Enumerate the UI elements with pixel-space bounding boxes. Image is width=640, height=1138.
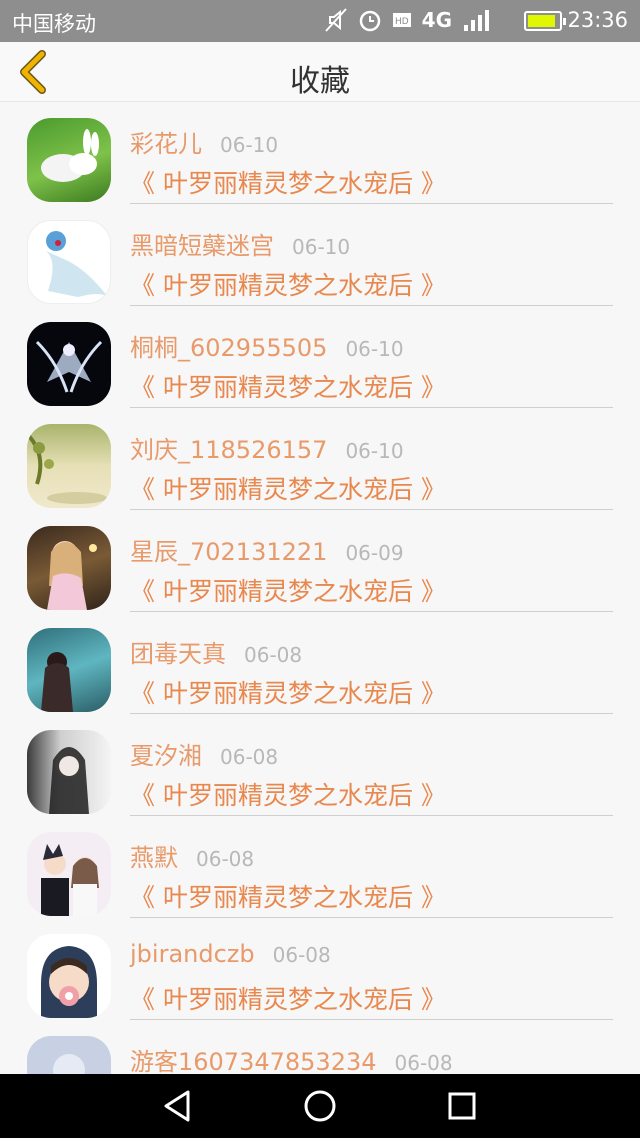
date-label: 06-10 [220, 133, 279, 157]
nav-home-button[interactable] [300, 1086, 340, 1126]
circle-home-icon [304, 1090, 336, 1122]
network-type-label: 4G [421, 8, 452, 32]
date-label: 06-10 [292, 235, 351, 259]
list-item[interactable]: 黑暗短蘗迷宫 06-10 《 叶罗丽精灵梦之水宠后 》 [0, 204, 640, 306]
date-label: 06-09 [345, 541, 404, 565]
book-title[interactable]: 《 叶罗丽精灵梦之水宠后 》 [130, 368, 446, 404]
book-title[interactable]: 《 叶罗丽精灵梦之水宠后 》 [130, 674, 446, 710]
book-title[interactable]: 《 叶罗丽精灵梦之水宠后 》 [130, 164, 446, 200]
battery-fill [528, 15, 555, 27]
hd-icon: HD [392, 13, 411, 27]
name-line: 黑暗短蘗迷宫 06-10 [130, 226, 350, 261]
avatar[interactable] [27, 526, 111, 610]
square-recents-icon [448, 1092, 476, 1120]
list-item[interactable]: 刘庆_118526157 06-10 《 叶罗丽精灵梦之水宠后 》 [0, 408, 640, 510]
book-title[interactable]: 《 叶罗丽精灵梦之水宠后 》 [130, 266, 446, 302]
user-name[interactable]: 彩花儿 [130, 124, 202, 159]
list-item[interactable]: 游客1607347853234 06-08 [0, 1020, 640, 1074]
avatar[interactable] [27, 730, 111, 814]
triangle-back-icon [164, 1090, 190, 1122]
alarm-icon [359, 10, 380, 32]
list-item[interactable]: 桐桐_602955505 06-10 《 叶罗丽精灵梦之水宠后 》 [0, 306, 640, 408]
user-name[interactable]: 桐桐_602955505 [130, 328, 327, 363]
list-item[interactable]: 星辰_702131221 06-09 《 叶罗丽精灵梦之水宠后 》 [0, 510, 640, 612]
user-name[interactable]: 刘庆_118526157 [130, 430, 327, 465]
date-label: 06-08 [196, 847, 255, 871]
nav-recents-button[interactable] [442, 1086, 482, 1126]
status-icons: HD 4G [324, 7, 492, 33]
name-line: 彩花儿 06-10 [130, 124, 278, 159]
date-label: 06-10 [345, 337, 404, 361]
list-item[interactable]: 彩花儿 06-10 《 叶罗丽精灵梦之水宠后 》 [0, 102, 640, 204]
book-title[interactable]: 《 叶罗丽精灵梦之水宠后 》 [130, 980, 446, 1016]
name-line: 团毒天真 06-08 [130, 634, 302, 669]
user-name[interactable]: 团毒天真 [130, 634, 226, 669]
book-title[interactable]: 《 叶罗丽精灵梦之水宠后 》 [130, 776, 446, 812]
avatar[interactable] [27, 424, 111, 508]
system-nav-bar [0, 1074, 640, 1138]
name-line: 夏汐湘 06-08 [130, 736, 278, 771]
book-title[interactable]: 《 叶罗丽精灵梦之水宠后 》 [130, 572, 446, 608]
carrier-label: 中国移动 [12, 12, 96, 36]
name-line: jbirandczb 06-08 [130, 940, 331, 968]
header: 收藏 [0, 42, 640, 102]
name-line: 星辰_702131221 06-09 [130, 532, 404, 567]
mute-icon [324, 8, 347, 32]
date-label: 06-10 [345, 439, 404, 463]
avatar[interactable] [27, 832, 111, 916]
book-title[interactable]: 《 叶罗丽精灵梦之水宠后 》 [130, 878, 446, 914]
avatar[interactable] [27, 628, 111, 712]
name-line: 桐桐_602955505 06-10 [130, 328, 404, 363]
user-name[interactable]: 夏汐湘 [130, 736, 202, 771]
list-item[interactable]: 夏汐湘 06-08 《 叶罗丽精灵梦之水宠后 》 [0, 714, 640, 816]
name-line: 刘庆_118526157 06-10 [130, 430, 404, 465]
name-line: 燕默 06-08 [130, 838, 254, 873]
list-item[interactable]: 燕默 06-08 《 叶罗丽精灵梦之水宠后 》 [0, 816, 640, 918]
status-bar: 中国移动 HD 4G 23:36 [0, 0, 640, 42]
battery-icon [524, 11, 566, 31]
avatar[interactable] [27, 322, 111, 406]
date-label: 06-08 [220, 745, 279, 769]
signal-icon [464, 10, 489, 31]
user-name[interactable]: 燕默 [130, 838, 178, 873]
avatar[interactable] [27, 1036, 111, 1074]
avatar[interactable] [27, 220, 111, 304]
user-name[interactable]: jbirandczb [130, 940, 255, 968]
name-line: 游客1607347853234 06-08 [130, 1042, 453, 1074]
date-label: 06-08 [394, 1051, 453, 1074]
user-name[interactable]: 游客1607347853234 [130, 1042, 377, 1074]
avatar[interactable] [27, 934, 111, 1018]
date-label: 06-08 [272, 943, 331, 967]
page-title: 收藏 [290, 64, 350, 99]
list-item[interactable]: jbirandczb 06-08 《 叶罗丽精灵梦之水宠后 》 [0, 918, 640, 1020]
date-label: 06-08 [244, 643, 303, 667]
user-name[interactable]: 星辰_702131221 [130, 532, 327, 567]
nav-back-button[interactable] [158, 1086, 198, 1126]
list-item[interactable]: 团毒天真 06-08 《 叶罗丽精灵梦之水宠后 》 [0, 612, 640, 714]
favorites-list: 彩花儿 06-10 《 叶罗丽精灵梦之水宠后 》 黑暗短蘗迷宫 06-10 《 … [0, 102, 640, 1074]
clock: 23:36 [567, 8, 628, 32]
user-name[interactable]: 黑暗短蘗迷宫 [130, 226, 274, 261]
svg-text:HD: HD [395, 17, 409, 27]
book-title[interactable]: 《 叶罗丽精灵梦之水宠后 》 [130, 470, 446, 506]
avatar[interactable] [27, 118, 111, 202]
